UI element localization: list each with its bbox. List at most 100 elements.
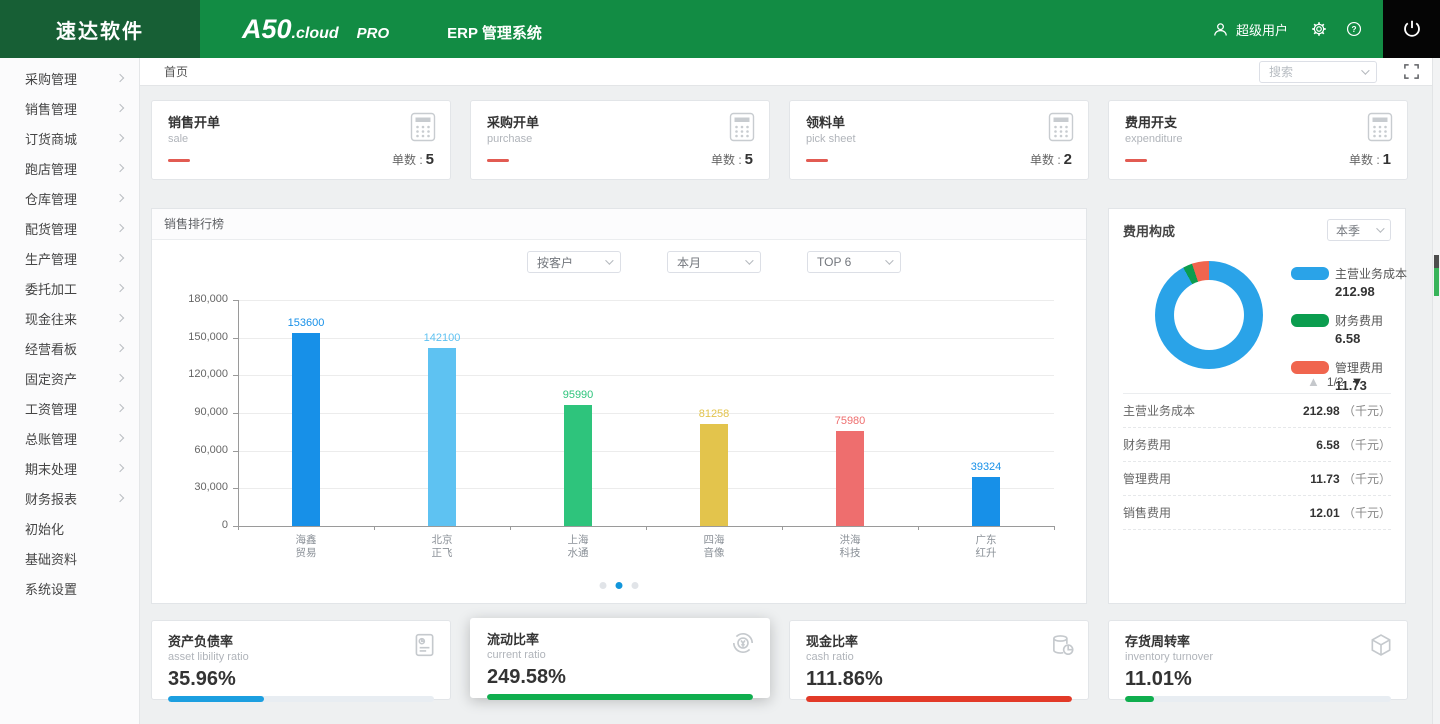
ratio-card-subtitle: current ratio (487, 649, 753, 661)
sidebar-item[interactable]: 期末处理 (0, 453, 139, 483)
chevron-right-icon (116, 254, 124, 262)
legend-item[interactable]: 财务费用6.58 (1291, 312, 1407, 346)
calculator-icon (410, 112, 436, 147)
chevron-right-icon (116, 164, 124, 172)
page-down-icon[interactable]: ▼ (1351, 374, 1364, 389)
ratio-card[interactable]: 现金比率cash ratio111.86% (789, 620, 1089, 700)
expense-row-label: 主营业务成本 (1123, 402, 1195, 419)
sidebar-item[interactable]: 仓库管理 (0, 183, 139, 213)
ratio-card[interactable]: 存货周转率inventory turnover11.01% (1108, 620, 1408, 700)
scrollbar[interactable] (1432, 58, 1440, 724)
search-select[interactable]: 搜索 (1259, 61, 1377, 83)
bar-chart: 180,000150,000120,00090,00060,00030,0000… (238, 300, 1054, 526)
sidebar-item[interactable]: 配货管理 (0, 213, 139, 243)
search-placeholder: 搜索 (1269, 63, 1293, 80)
app-header: 速达软件 A50 .cloud PRO ERP 管理系统 超级用户 ? (0, 0, 1440, 58)
progress-fill (1125, 696, 1154, 702)
expense-row-unit: （千元） (1340, 404, 1391, 418)
sidebar-item-label: 初始化 (25, 519, 64, 538)
expense-rows: 主营业务成本212.98 （千元）财务费用6.58 （千元）管理费用11.73 … (1123, 393, 1391, 530)
x-axis-label: 上海水通 (533, 534, 623, 560)
sidebar-item[interactable]: 委托加工 (0, 273, 139, 303)
ratio-card-value: 111.86% (806, 668, 1072, 691)
count-label: 单数 : (711, 153, 742, 167)
filter-top-select[interactable]: TOP 6 (807, 251, 901, 273)
tab-home[interactable]: 首页 (164, 63, 188, 80)
count-label: 单数 : (392, 153, 423, 167)
sidebar-item[interactable]: 采购管理 (0, 63, 139, 93)
user-name[interactable]: 超级用户 (1236, 20, 1288, 39)
sidebar-item[interactable]: 生产管理 (0, 243, 139, 273)
bar (564, 405, 592, 526)
scrollbar-thumb[interactable] (1434, 255, 1439, 268)
stat-card[interactable]: 采购开单purchase单数 :5 (470, 100, 770, 180)
expense-row-value: 6.58 （千元） (1316, 436, 1391, 453)
expense-row-unit: （千元） (1340, 506, 1391, 520)
sidebar-item-label: 工资管理 (25, 399, 77, 418)
sidebar-item-label: 生产管理 (25, 249, 77, 268)
progress-bar (1125, 696, 1391, 702)
sidebar-item[interactable]: 现金往来 (0, 303, 139, 333)
ratio-card-title: 存货周转率 (1125, 631, 1391, 650)
sidebar-item-label: 总账管理 (25, 429, 77, 448)
sidebar-item-label: 现金往来 (25, 309, 77, 328)
sidebar-item[interactable]: 经营看板 (0, 333, 139, 363)
sidebar-item[interactable]: 初始化 (0, 513, 139, 543)
sidebar-item-label: 订货商城 (25, 129, 77, 148)
stat-card-subtitle: sale (168, 133, 434, 145)
help-icon[interactable]: ? (1345, 20, 1363, 38)
dashboard-content: 销售开单sale单数 :5采购开单purchase单数 :5领料单pick sh… (140, 86, 1440, 700)
sidebar-item[interactable]: 总账管理 (0, 423, 139, 453)
ratio-card[interactable]: 资产负债率asset libility ratio35.96% (151, 620, 451, 700)
chevron-right-icon (116, 284, 124, 292)
expense-row-label: 管理费用 (1123, 470, 1171, 487)
expense-row-value: 12.01 （千元） (1310, 504, 1391, 521)
carousel-dot[interactable] (600, 582, 607, 589)
progress-bar (806, 696, 1072, 702)
sidebar-item[interactable]: 销售管理 (0, 93, 139, 123)
logout-button[interactable] (1383, 0, 1440, 58)
sidebar-item[interactable]: 订货商城 (0, 123, 139, 153)
sidebar-item-label: 系统设置 (25, 579, 77, 598)
gear-icon[interactable] (1310, 20, 1328, 38)
sidebar-item[interactable]: 系统设置 (0, 573, 139, 603)
gridline (238, 375, 1054, 376)
sidebar-item[interactable]: 工资管理 (0, 393, 139, 423)
sidebar-item-label: 经营看板 (25, 339, 77, 358)
y-axis-label: 120,000 (146, 368, 228, 380)
filter-period-select[interactable]: 本月 (667, 251, 761, 273)
gridline (238, 451, 1054, 452)
carousel-dot-active[interactable] (616, 582, 623, 589)
x-axis-tick (646, 526, 647, 530)
sidebar-item[interactable]: 财务报表 (0, 483, 139, 513)
stat-card[interactable]: 销售开单sale单数 :5 (151, 100, 451, 180)
ratio-card[interactable]: 流动比率current ratio249.58% (470, 618, 770, 698)
sidebar-item[interactable]: 固定资产 (0, 363, 139, 393)
cube-icon (1368, 632, 1394, 663)
fullscreen-icon[interactable] (1403, 63, 1420, 80)
carousel-dot[interactable] (632, 582, 639, 589)
scrollbar-mark (1434, 268, 1439, 296)
app-logo[interactable]: 速达软件 (0, 0, 200, 58)
product-title: A50 .cloud PRO ERP 管理系统 (200, 14, 542, 45)
main-area: 首页 搜索 销售开单sale单数 :5采购开单purchase单数 :5领料单p… (140, 58, 1440, 724)
filter-period-value: 本月 (677, 254, 701, 271)
bar-value-label: 39324 (941, 461, 1031, 473)
tab-bar: 首页 搜索 (140, 58, 1440, 86)
expense-period-select[interactable]: 本季 (1327, 219, 1391, 241)
expense-row-unit: （千元） (1340, 472, 1391, 486)
legend-item[interactable]: 主营业务成本212.98 (1291, 265, 1407, 299)
bar (428, 348, 456, 526)
sidebar-item[interactable]: 基础资料 (0, 543, 139, 573)
expense-row-value: 11.73 （千元） (1310, 470, 1391, 487)
stat-card[interactable]: 领料单pick sheet单数 :2 (789, 100, 1089, 180)
expense-row-value: 212.98 （千元） (1303, 402, 1391, 419)
stat-card-title: 销售开单 (168, 112, 434, 131)
chevron-right-icon (116, 134, 124, 142)
ratio-card-subtitle: inventory turnover (1125, 651, 1391, 663)
filter-dimension-select[interactable]: 按客户 (527, 251, 621, 273)
sidebar-item[interactable]: 跑店管理 (0, 153, 139, 183)
count-value: 5 (745, 151, 753, 168)
page-up-icon[interactable]: ▲ (1307, 374, 1320, 389)
stat-card[interactable]: 费用开支expenditure单数 :1 (1108, 100, 1408, 180)
